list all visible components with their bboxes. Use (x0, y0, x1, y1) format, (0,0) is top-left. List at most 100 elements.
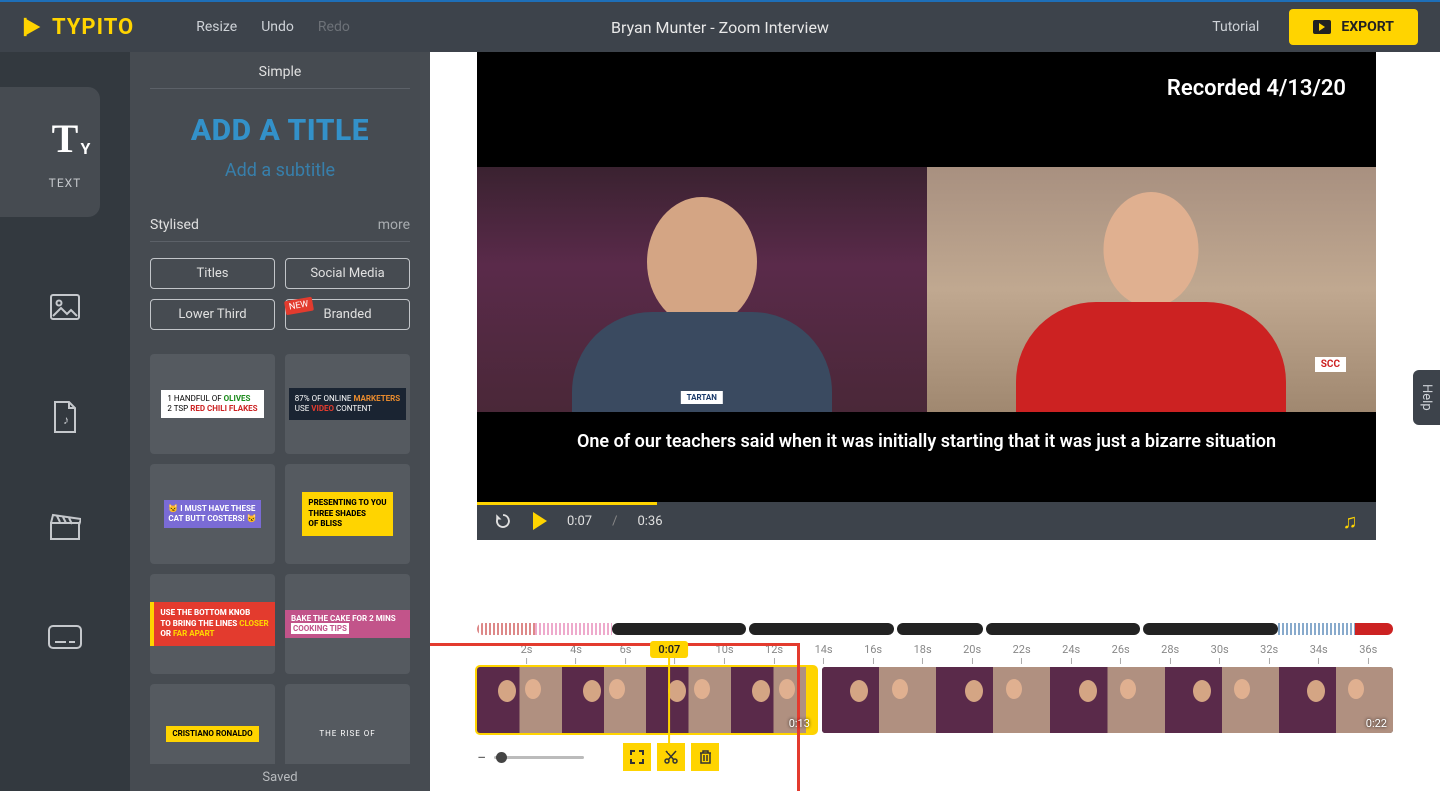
titles-chip[interactable]: Titles (150, 258, 275, 289)
title-preview-subtitle: Add a subtitle (130, 160, 430, 181)
tick-32s: 32s (1260, 643, 1278, 664)
fullscreen-button[interactable] (623, 743, 651, 771)
clip-row: 0:13 0:22 (477, 667, 1393, 733)
title-preview-title: ADD A TITLE (130, 113, 430, 148)
template-5[interactable]: USE THE BOTTOM KNOBTO BRING THE LINES CL… (150, 574, 275, 674)
template-3[interactable]: 😼 I MUST HAVE THESECAT BUTT COSTERS! 😼 (150, 464, 275, 564)
zoom-thumb[interactable] (496, 752, 507, 763)
template-1[interactable]: 1 HANDFUL OF OLIVES2 TSP RED CHILI FLAKE… (150, 354, 275, 454)
more-link[interactable]: more (378, 217, 410, 233)
social-chip[interactable]: Social Media (285, 258, 410, 289)
time-total: 0:36 (637, 514, 662, 529)
tick-28s: 28s (1161, 643, 1179, 664)
time-ruler[interactable]: 0:07 2s4s6s8s10s12s14s16s18s20s22s24s26s… (477, 643, 1393, 667)
tutorial-link[interactable]: Tutorial (1212, 19, 1259, 35)
tick-6s: 6s (620, 643, 632, 664)
new-badge: NEW (284, 297, 314, 316)
video-people: TARTAN SCC (477, 167, 1376, 412)
simple-header: Simple (150, 52, 410, 89)
export-label: EXPORT (1341, 19, 1394, 35)
clip-2[interactable]: 0:22 (822, 667, 1393, 733)
stylised-header: Stylised (150, 217, 199, 233)
tick-16s: 16s (864, 643, 882, 664)
resize-menu[interactable]: Resize (196, 19, 237, 35)
top-menu: Resize Undo Redo (196, 19, 350, 35)
template-4[interactable]: PRESENTING TO YOUTHREE SHADESOF BLISS (285, 464, 410, 564)
person-right-tag: SCC (1315, 357, 1346, 372)
export-icon (1313, 20, 1331, 34)
replay-button[interactable] (493, 511, 513, 531)
playhead-time: 0:07 (650, 641, 688, 658)
music-button[interactable]: ♫ (1340, 511, 1360, 531)
trash-icon (699, 750, 712, 764)
person-left: TARTAN (477, 167, 927, 412)
tick-22s: 22s (1013, 643, 1031, 664)
zoom-slider[interactable]: − + (477, 748, 601, 767)
svg-text:♪: ♪ (63, 413, 69, 427)
branded-chip[interactable]: NEW Branded (285, 299, 410, 330)
play-button[interactable] (533, 512, 547, 530)
delete-button[interactable] (691, 743, 719, 771)
tick-30s: 30s (1211, 643, 1229, 664)
project-title[interactable]: Bryan Munter - Zoom Interview (611, 18, 829, 37)
text-icon: TY (52, 115, 79, 162)
export-button[interactable]: EXPORT (1289, 9, 1418, 45)
captions-icon (48, 625, 82, 649)
tick-14s: 14s (815, 643, 833, 664)
progress-bar[interactable] (477, 502, 657, 505)
clip-1[interactable]: 0:13 (477, 667, 816, 733)
music-file-tool[interactable]: ♪ (45, 397, 85, 437)
stylised-header-row: Stylised more (150, 205, 410, 242)
tick-18s: 18s (914, 643, 932, 664)
playhead[interactable]: 0:07 (650, 641, 688, 753)
category-chips: Titles Social Media Lower Third NEW Bran… (130, 242, 430, 346)
recorded-overlay: Recorded 4/13/20 (1167, 76, 1346, 101)
lower-third-chip[interactable]: Lower Third (150, 299, 275, 330)
video-wrapper: Recorded 4/13/20 TARTAN SCC One of our t… (477, 52, 1376, 540)
person-right: SCC (927, 167, 1377, 412)
template-2[interactable]: 87% OF ONLINE MARKETERSUSE VIDEO CONTENT (285, 354, 410, 454)
tick-4s: 4s (570, 643, 582, 664)
main: TY TEXT ♪ Simple ADD A TITLE Add a subti… (0, 52, 1440, 791)
zoom-track[interactable] (494, 756, 584, 759)
right-menu: Tutorial EXPORT (1212, 9, 1440, 45)
brand-name: TYPITO (52, 15, 134, 40)
template-6[interactable]: BAKE THE CAKE FOR 2 MINS COOKING TIPS (285, 574, 410, 674)
timeline-bottom-controls: − + (477, 743, 1393, 771)
template-grid: 1 HANDFUL OF OLIVES2 TSP RED CHILI FLAKE… (130, 346, 430, 784)
title-template[interactable]: ADD A TITLE Add a subtitle (130, 89, 430, 205)
captions-tool[interactable] (45, 617, 85, 657)
logo[interactable]: TYPITO (0, 15, 156, 40)
help-tab[interactable]: Help (1413, 370, 1440, 425)
clip-2-duration: 0:22 (1366, 717, 1387, 730)
video-preview[interactable]: Recorded 4/13/20 TARTAN SCC One of our t… (477, 52, 1376, 502)
fullscreen-icon (630, 750, 644, 764)
tick-26s: 26s (1112, 643, 1130, 664)
tick-36s: 36s (1359, 643, 1377, 664)
clips-tool[interactable] (45, 507, 85, 547)
replay-icon (494, 512, 512, 530)
time-current: 0:07 (567, 514, 592, 529)
tick-20s: 20s (963, 643, 981, 664)
person-left-tag: TARTAN (681, 391, 723, 404)
tick-24s: 24s (1062, 643, 1080, 664)
zoom-minus[interactable]: − (477, 748, 486, 767)
tick-10s: 10s (716, 643, 734, 664)
tick-2s: 2s (521, 643, 533, 664)
top-bar: TYPITO Resize Undo Redo Bryan Munter - Z… (0, 0, 1440, 52)
saved-status: Saved (130, 764, 430, 791)
player-controls: 0:07 / 0:36 ♫ (477, 502, 1376, 540)
image-tool[interactable] (45, 287, 85, 327)
image-icon (50, 294, 80, 320)
text-tool[interactable]: TY TEXT (0, 87, 100, 217)
canvas-area: Recorded 4/13/20 TARTAN SCC One of our t… (430, 52, 1440, 791)
music-file-icon: ♪ (52, 401, 78, 433)
tick-12s: 12s (765, 643, 783, 664)
time-sep: / (612, 514, 617, 529)
undo-menu[interactable]: Undo (261, 19, 294, 35)
caption: One of our teachers said when it was ini… (477, 431, 1376, 452)
text-tool-label: TEXT (49, 176, 82, 190)
waveform-row[interactable] (477, 623, 1393, 635)
timeline-area: 0:07 2s4s6s8s10s12s14s16s18s20s22s24s26s… (430, 623, 1440, 791)
logo-icon (22, 16, 44, 38)
